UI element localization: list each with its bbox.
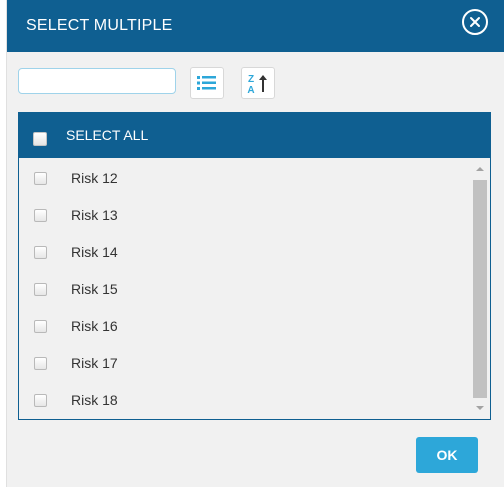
item-label: Risk 13 (71, 207, 118, 223)
scrollbar[interactable] (471, 158, 489, 419)
item-label: Risk 18 (71, 392, 118, 408)
list-item[interactable]: Risk 13 (19, 197, 470, 234)
item-checkbox[interactable] (34, 357, 47, 370)
list-item[interactable]: Risk 12 (19, 160, 470, 197)
item-label: Risk 12 (71, 170, 118, 186)
close-button[interactable] (462, 9, 488, 35)
options-list: SELECT ALL Risk 12 Risk 13 Risk 14 Risk 15 R… (18, 112, 491, 420)
list-icon (197, 76, 216, 90)
item-label: Risk 17 (71, 355, 118, 371)
ok-button[interactable]: OK (416, 437, 478, 473)
dialog-title: SELECT MULTIPLE (26, 17, 173, 34)
item-label: Risk 16 (71, 318, 118, 334)
select-multiple-dialog: SELECT MULTIPLE Z A SELECT ALL Risk 12 R… (6, 0, 504, 487)
select-all-checkbox[interactable] (33, 132, 47, 146)
options-rows: Risk 12 Risk 13 Risk 14 Risk 15 Risk 16 Risk … (19, 158, 470, 419)
list-item[interactable]: Risk 17 (19, 345, 470, 382)
scroll-down-icon[interactable] (474, 402, 486, 414)
scroll-thumb[interactable] (473, 180, 487, 398)
sort-button[interactable]: Z A (241, 67, 275, 99)
item-checkbox[interactable] (34, 394, 47, 407)
select-all-row[interactable]: SELECT ALL (19, 113, 490, 158)
item-checkbox[interactable] (34, 246, 47, 259)
list-item[interactable]: Risk 15 (19, 271, 470, 308)
sort-a-letter: A (247, 85, 254, 96)
item-checkbox[interactable] (34, 320, 47, 333)
select-all-label: SELECT ALL (66, 127, 149, 143)
list-view-button[interactable] (190, 67, 224, 99)
item-checkbox[interactable] (34, 172, 47, 185)
dialog-titlebar: SELECT MULTIPLE (7, 0, 504, 52)
sort-z-letter: Z (248, 74, 254, 85)
item-checkbox[interactable] (34, 283, 47, 296)
item-checkbox[interactable] (34, 209, 47, 222)
scroll-up-icon[interactable] (474, 163, 486, 175)
list-item[interactable]: Risk 18 (19, 382, 470, 419)
item-label: Risk 14 (71, 244, 118, 260)
list-item[interactable]: Risk 14 (19, 234, 470, 271)
item-label: Risk 15 (71, 281, 118, 297)
sort-za-icon: Z A (247, 74, 267, 96)
close-icon (470, 17, 480, 27)
list-item[interactable]: Risk 16 (19, 308, 470, 345)
search-input[interactable] (18, 68, 176, 94)
